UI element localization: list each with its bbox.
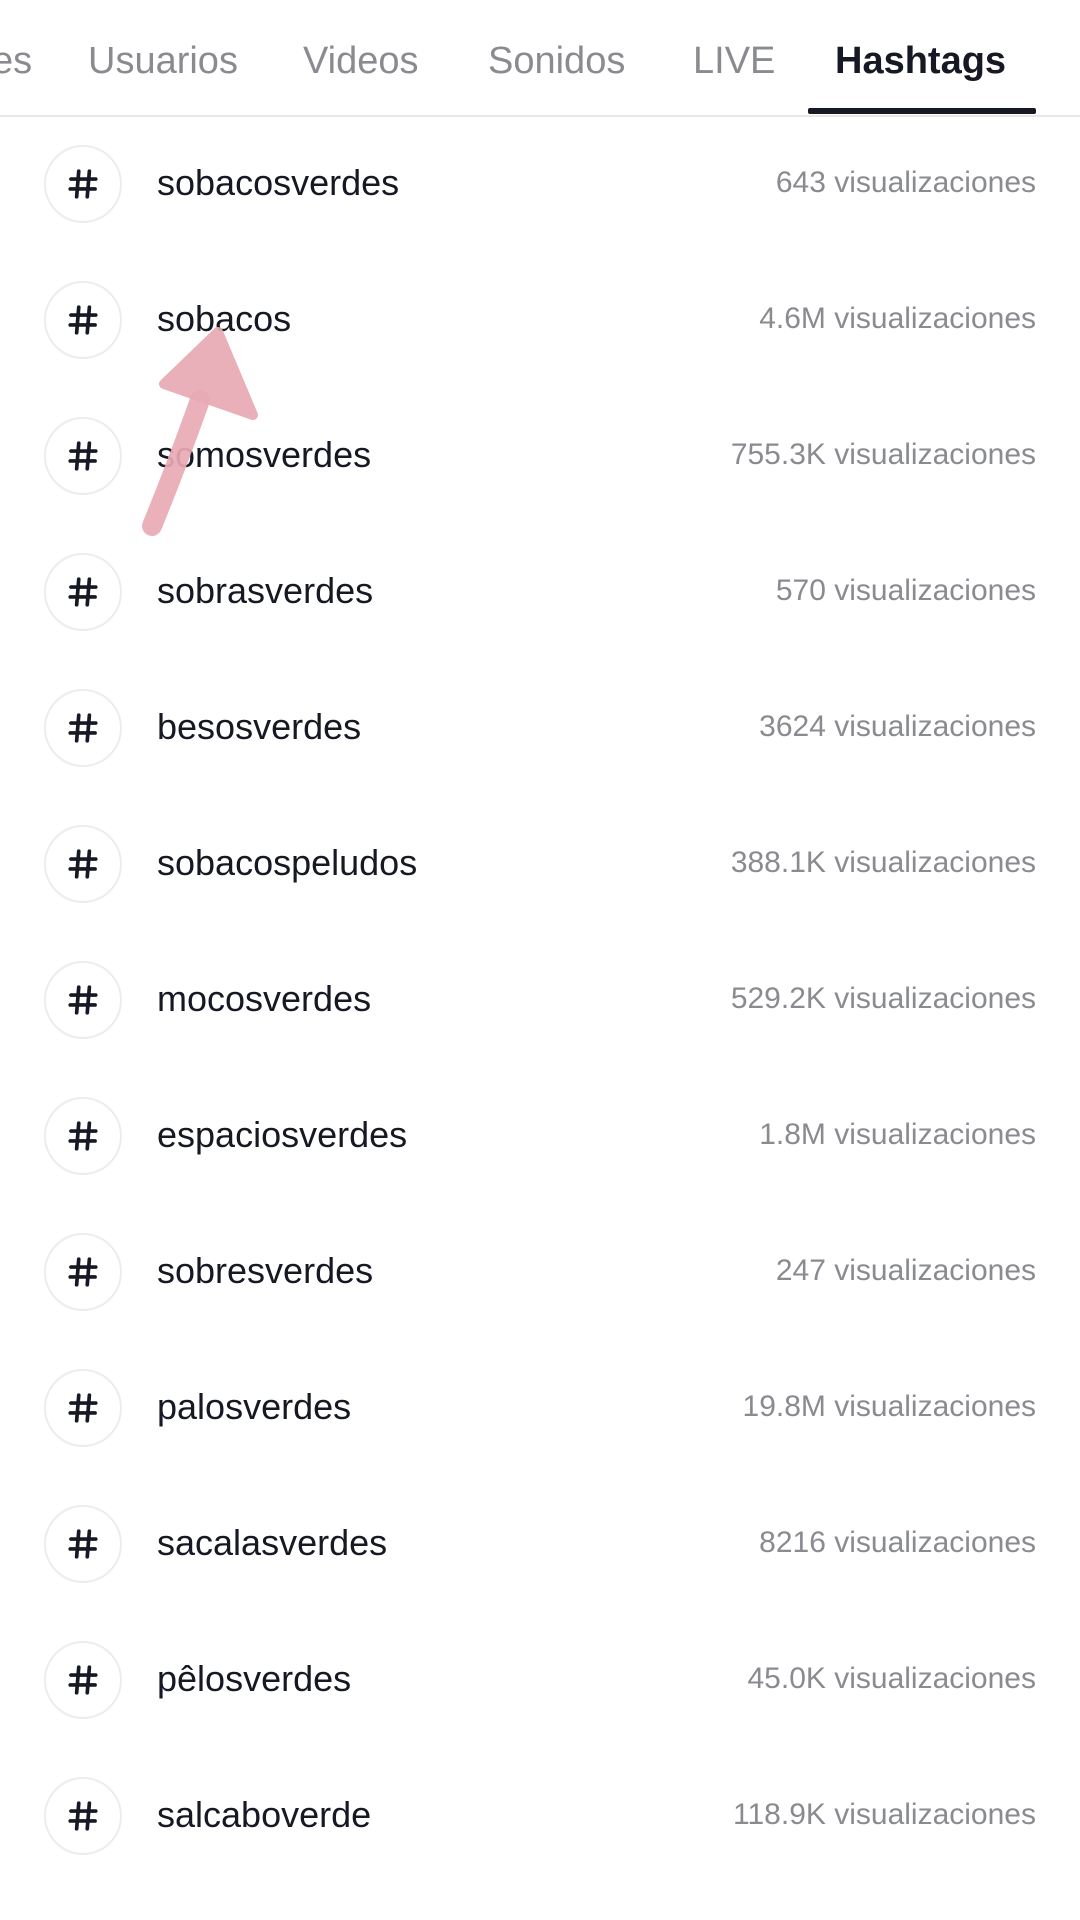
tab-sonidos[interactable]: Sonidos [488,38,625,84]
tab-live[interactable]: LIVE [693,38,775,84]
hashtag-row-9[interactable]: palosverdes 19.8M visualizaciones [0,1341,1080,1477]
hashtag-views: 570 visualizaciones [775,574,1036,607]
hashtag-views: 388.1K visualizaciones [730,846,1036,879]
hash-icon [44,553,122,631]
hash-icon [44,417,122,495]
tab-top[interactable]: es [0,38,32,84]
tab-usuarios[interactable]: Usuarios [88,38,238,84]
hash-icon [44,1369,122,1447]
hashtag-row-11[interactable]: pêlosverdes 45.0K visualizaciones [0,1613,1080,1749]
hash-icon [44,961,122,1039]
hashtag-name: sobacospeludos [157,842,418,883]
hash-icon [44,281,122,359]
hashtag-row-4[interactable]: besosverdes 3624 visualizaciones [0,661,1080,797]
hashtag-views: 643 visualizaciones [775,166,1036,199]
tab-videos[interactable]: Videos [303,38,419,84]
hashtag-name: mocosverdes [157,978,372,1019]
hash-icon [44,1505,122,1583]
hashtag-views: 8216 visualizaciones [759,1526,1036,1559]
hashtag-views: 1.8M visualizaciones [759,1118,1036,1151]
active-tab-indicator [808,108,1036,114]
hashtag-name: sobrasverdes [157,570,374,611]
hashtag-name: sobacos [157,298,292,339]
hashtag-views: 247 visualizaciones [775,1254,1036,1287]
hashtag-views: 45.0K visualizaciones [747,1662,1036,1695]
hashtag-row-6[interactable]: mocosverdes 529.2K visualizaciones [0,933,1080,1069]
hashtag-row-0[interactable]: sobacosverdes 643 visualizaciones [0,117,1080,253]
hashtag-row-2[interactable]: somosverdes 755.3K visualizaciones [0,389,1080,525]
hashtag-name: salcaboverde [157,1794,372,1835]
hashtag-name: pêlosverdes [157,1658,352,1699]
hash-icon [44,145,122,223]
hashtag-views: 4.6M visualizaciones [759,302,1036,335]
hashtag-name: palosverdes [157,1386,352,1427]
hashtag-name: besosverdes [157,706,362,747]
hash-icon [44,1777,122,1855]
hashtag-row-7[interactable]: espaciosverdes 1.8M visualizaciones [0,1069,1080,1205]
hashtag-name: sobresverdes [157,1250,374,1291]
hashtag-row-1[interactable]: sobacos 4.6M visualizaciones [0,253,1080,389]
hashtag-row-3[interactable]: sobrasverdes 570 visualizaciones [0,525,1080,661]
hashtag-views: 529.2K visualizaciones [730,982,1036,1015]
hash-icon [44,825,122,903]
hashtag-name: somosverdes [157,434,372,475]
hashtag-row-12[interactable]: salcaboverde 118.9K visualizaciones [0,1749,1080,1885]
hashtag-row-5[interactable]: sobacospeludos 388.1K visualizaciones [0,797,1080,933]
hashtag-views: 118.9K visualizaciones [733,1798,1036,1831]
hash-icon [44,1233,122,1311]
hash-icon [44,1097,122,1175]
hashtag-views: 755.3K visualizaciones [730,438,1036,471]
hashtag-name: sacalasverdes [157,1522,388,1563]
tab-bar: es Usuarios Videos Sonidos LIVE Hashtags [0,0,1080,117]
tab-hashtags[interactable]: Hashtags [835,38,1006,84]
hashtag-views: 3624 visualizaciones [759,710,1036,743]
hash-icon [44,689,122,767]
hashtag-row-10[interactable]: sacalasverdes 8216 visualizaciones [0,1477,1080,1613]
hashtag-name: espaciosverdes [157,1114,408,1155]
hashtag-views: 19.8M visualizaciones [742,1390,1036,1423]
hashtag-row-8[interactable]: sobresverdes 247 visualizaciones [0,1205,1080,1341]
hashtag-name: sobacosverdes [157,162,400,203]
hash-icon [44,1641,122,1719]
